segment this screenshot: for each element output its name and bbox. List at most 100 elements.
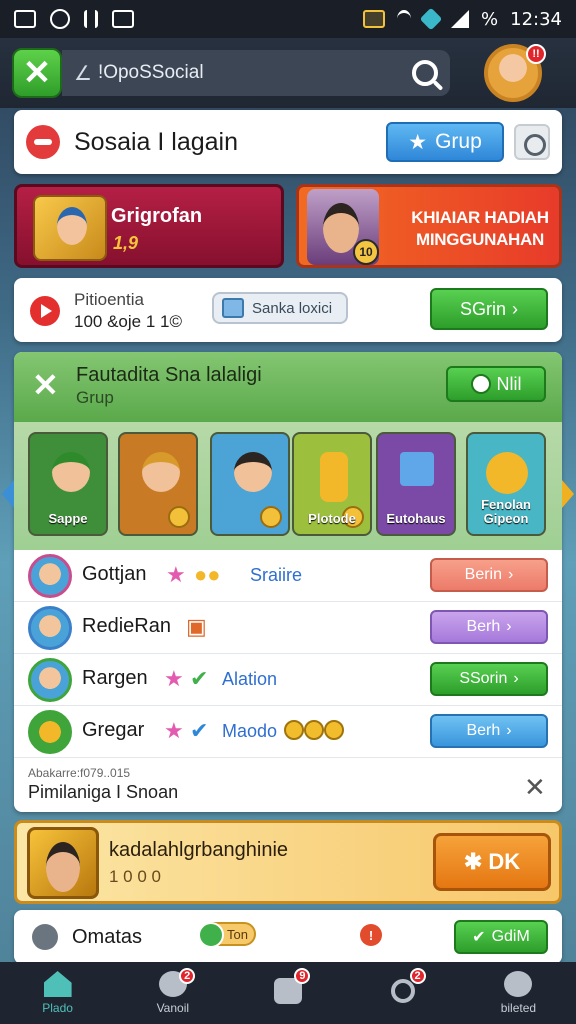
bottle-icon <box>320 452 348 502</box>
list-item[interactable]: RedieRan ▣ Berh › <box>14 602 562 654</box>
star-icon: ★ <box>166 562 186 587</box>
member-name: Gregar <box>82 719 145 741</box>
avatar <box>28 606 72 650</box>
nav-label: bileted <box>500 1001 537 1015</box>
settings-gear-icon[interactable] <box>514 124 550 160</box>
chevron-right-icon: › <box>506 722 512 739</box>
vibrate-icon <box>84 10 98 28</box>
nav-badge: 2 <box>409 968 426 984</box>
image-icon <box>112 10 134 28</box>
group-panel: ✕ Fautadita Sna lalaligi Grup Nlil Sappe… <box>14 352 562 812</box>
group-button[interactable]: ★ Grup <box>386 122 504 162</box>
promo-character-image <box>33 195 107 261</box>
satellite-icon <box>419 7 443 31</box>
nav-badge: 9 <box>294 968 311 984</box>
nav-badge: 2 <box>179 968 196 984</box>
footer-label: Pimilaniga I Snoan <box>28 782 179 802</box>
group-button-label: Grup <box>435 130 482 153</box>
list-item[interactable]: Gregar ★ ✔ Maodo Berh › <box>14 706 562 758</box>
filter-chip[interactable]: Sanka loxici <box>212 292 348 324</box>
search-action-button[interactable]: SGrin › <box>430 288 548 330</box>
game-carousel: Sappe Plotode Eutohaus Fenolan Gipeon <box>14 422 562 550</box>
coin-icon <box>260 506 282 528</box>
member-name: Rargen <box>82 667 148 689</box>
row-action-button[interactable]: SSorin › <box>430 662 548 696</box>
reward-ok-button[interactable]: ✱ DK <box>433 833 551 891</box>
panel-header: ✕ Fautadita Sna lalaligi Grup Nlil <box>14 352 562 422</box>
game-tile[interactable]: Plotode <box>292 432 372 536</box>
nav-home[interactable]: Plado <box>0 962 115 1024</box>
cube-icon <box>222 298 244 318</box>
nav-label: Vanoil <box>156 1001 190 1015</box>
promo-banner-left[interactable]: Grigrofan 1,9 <box>14 184 284 268</box>
member-tag: Maodo <box>222 721 278 741</box>
nav-chat[interactable]: 2 Vanoil <box>115 962 230 1024</box>
search-value: !OpoSSocial <box>97 62 204 83</box>
chip-label: Sanka loxici <box>252 299 333 317</box>
panel-title: Fautadita Sna lalaligi <box>76 364 262 386</box>
character-image <box>234 452 272 492</box>
bottom-action-button[interactable]: ✔ GdiM <box>454 920 548 954</box>
top-bar: ✕ ∠ !OpoSSocial !! <box>0 38 576 108</box>
star-icon: ★ <box>408 130 428 154</box>
nav-list[interactable]: 9 <box>230 962 345 1024</box>
tile-caption: Sappe <box>48 511 88 526</box>
bottom-navigation: Plado 2 Vanoil 9 2 bileted <box>0 962 576 1024</box>
promo-banner-right[interactable]: 10 KHIAIAR HADIAH MINGGUNAHAN <box>296 184 562 268</box>
game-tile[interactable] <box>210 432 290 536</box>
list-item[interactable]: Rargen ★ ✔ Alation SSorin › <box>14 654 562 706</box>
row-action-button[interactable]: Berin › <box>430 558 548 592</box>
carousel-prev-arrow-icon[interactable] <box>2 480 14 508</box>
coin-icon: ●● <box>194 562 221 587</box>
star-icon: ★ <box>164 718 184 743</box>
group-header: Sosaia I lagain ★ Grup <box>14 110 562 174</box>
game-tile[interactable] <box>118 432 198 536</box>
coin-badge: 10 <box>353 239 379 265</box>
carousel-next-arrow-icon[interactable] <box>562 480 574 508</box>
nav-search[interactable]: 2 <box>346 962 461 1024</box>
app-logo-icon <box>26 125 60 159</box>
promo-right-title: KHIAIAR HADIAH MINGGUNAHAN <box>411 208 549 249</box>
list-item[interactable]: Gottjan ★ ●● Sraiire Berin › <box>14 550 562 602</box>
pencil-icon: ∠ <box>74 62 92 85</box>
close-icon[interactable]: ✕ <box>524 772 546 803</box>
notification-badge: !! <box>526 44 546 64</box>
puzzle-icon: ✱ <box>463 849 483 874</box>
star-icon: ★ <box>164 666 184 691</box>
status-pill: Ton <box>198 922 256 948</box>
row-action-button[interactable]: Berh › <box>430 714 548 748</box>
notification-icon <box>14 10 36 28</box>
profile-avatar[interactable]: !! <box>484 44 546 102</box>
promo-left-sub: 1,9 <box>113 233 139 253</box>
search-icon[interactable] <box>412 60 438 86</box>
person-icon <box>504 971 533 997</box>
close-button[interactable]: ✕ <box>12 48 62 98</box>
nav-profile[interactable]: bileted <box>461 962 576 1024</box>
search-icon <box>391 979 416 1003</box>
game-tile[interactable]: Sappe <box>28 432 108 536</box>
play-icon[interactable] <box>30 296 60 326</box>
row-action-button[interactable]: Berh › <box>430 610 548 644</box>
coin-icon <box>284 720 344 740</box>
panel-action-button[interactable]: Nlil <box>446 366 546 402</box>
row-action-label: SSorin <box>459 670 508 687</box>
bottom-label: Omatas <box>72 926 143 948</box>
check-icon: ✔ <box>472 929 486 946</box>
panel-subtitle: Grup <box>76 388 114 407</box>
reward-text: kadalahlgrbanghinie <box>109 839 289 861</box>
nav-label: Plado <box>42 1001 73 1015</box>
member-tag: Sraiire <box>250 565 303 585</box>
character-image <box>27 827 99 899</box>
alert-icon: ! <box>360 924 382 946</box>
status-bar: % 12:34 <box>0 0 576 38</box>
row-action-label: Berh <box>466 618 501 635</box>
app-icon <box>363 10 386 28</box>
close-icon[interactable]: ✕ <box>32 366 59 404</box>
bottom-action-label: GdiM <box>491 928 530 945</box>
game-tile[interactable]: Eutohaus <box>376 432 456 536</box>
game-tile[interactable]: Fenolan Gipeon <box>466 432 546 536</box>
house-icon <box>400 452 434 486</box>
search-input[interactable]: ∠ !OpoSSocial <box>62 50 450 96</box>
page-title: Sosaia I lagain <box>74 127 239 156</box>
info-card: Pitioentia 100 &oje 1 1© Sanka loxici SG… <box>14 278 562 342</box>
